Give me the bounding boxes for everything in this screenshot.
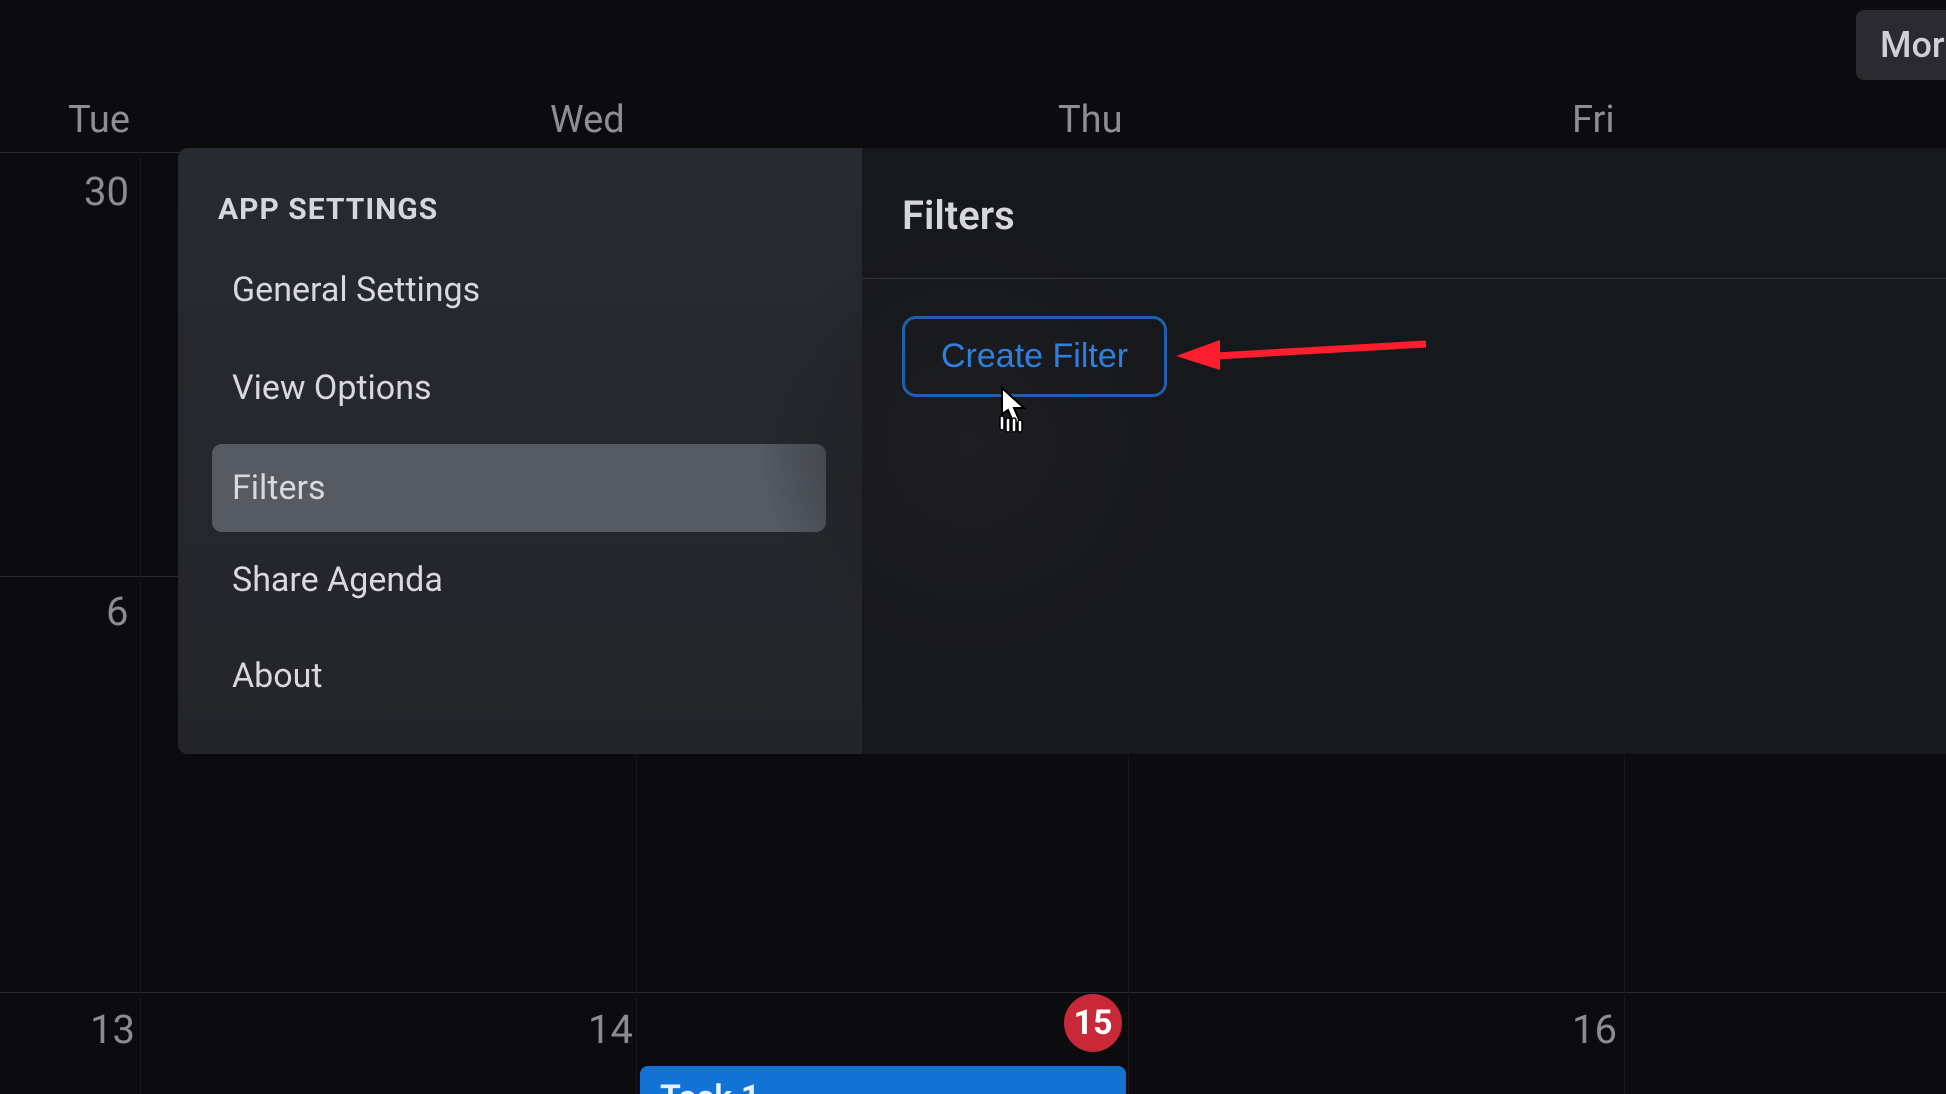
create-filter-button[interactable]: Create Filter (902, 316, 1167, 397)
day-number[interactable]: 16 (1572, 1006, 1617, 1053)
weekday-label-fri: Fri (1572, 98, 1615, 142)
sidebar-item-view-options[interactable]: View Options (212, 356, 826, 420)
settings-detail-panel: Filters Create Filter (862, 148, 1946, 754)
weekday-label-tue: Tue (68, 98, 130, 142)
day-number-label: 15 (1073, 1003, 1112, 1043)
weekday-label-thu: Thu (1058, 98, 1123, 142)
day-number[interactable]: 30 (84, 168, 129, 215)
panel-title: Filters (902, 192, 1015, 239)
sidebar-item-general-settings[interactable]: General Settings (212, 258, 826, 322)
grid-line (140, 150, 141, 1094)
settings-sidebar: APP SETTINGS General Settings View Optio… (178, 148, 862, 754)
day-number[interactable]: 13 (90, 1006, 135, 1053)
sidebar-item-share-agenda[interactable]: Share Agenda (212, 548, 826, 612)
spotlight-highlight (762, 236, 1176, 650)
annotation-arrow-icon (1176, 334, 1426, 374)
view-tab-partial[interactable]: Mor (1856, 10, 1946, 80)
day-number[interactable]: 6 (106, 588, 128, 635)
sidebar-item-filters[interactable]: Filters (212, 444, 826, 532)
sidebar-item-about[interactable]: About (212, 644, 826, 708)
day-number-today[interactable]: 15 (1064, 994, 1122, 1052)
calendar-day-header: Tue Wed Thu Fri (0, 98, 1946, 150)
panel-divider (862, 278, 1946, 279)
weekday-label-wed: Wed (550, 98, 625, 142)
calendar-event-task[interactable]: Task 1 (640, 1066, 1126, 1094)
settings-heading: APP SETTINGS (218, 192, 438, 227)
grid-line (0, 992, 1946, 993)
day-number[interactable]: 14 (588, 1006, 633, 1053)
